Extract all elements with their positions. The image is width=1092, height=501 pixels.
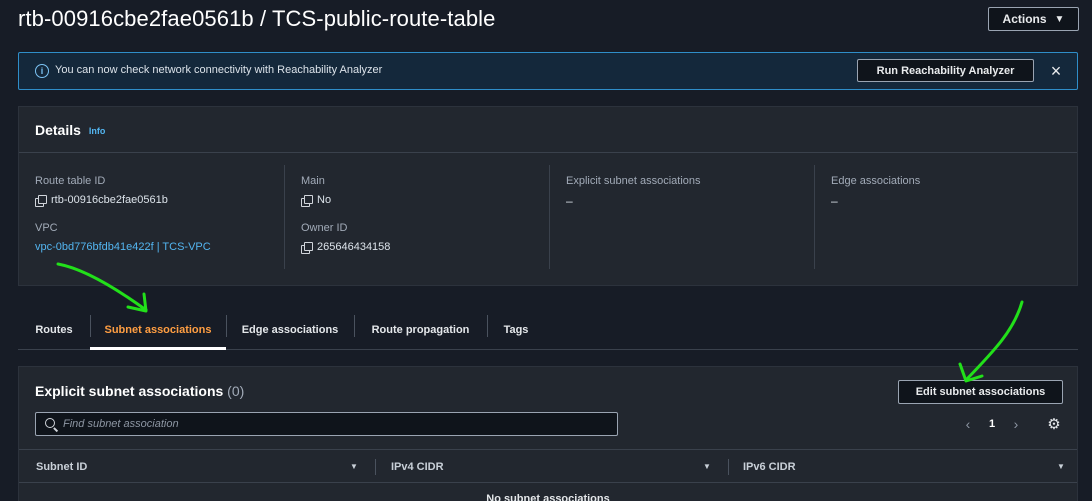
main-value-text: No xyxy=(317,194,332,206)
copy-icon[interactable] xyxy=(301,194,313,207)
route-table-page: rtb-00916cbe2fae0561b / TCS-public-route… xyxy=(0,0,1092,501)
close-icon[interactable]: × xyxy=(1046,59,1066,83)
page-title: rtb-00916cbe2fae0561b / TCS-public-route… xyxy=(18,6,496,31)
search-icon xyxy=(45,418,55,428)
details-column-4: Edge associations – xyxy=(831,165,920,208)
explicit-subnet-associations-label: Explicit subnet associations xyxy=(566,175,701,187)
copy-icon[interactable] xyxy=(301,241,313,254)
owner-id-text: 265646434158 xyxy=(317,241,391,253)
vpc-link[interactable]: vpc-0bd776bfdb41e422f | TCS-VPC xyxy=(35,241,211,253)
details-column-3: Explicit subnet associations – xyxy=(566,165,701,208)
main-value: No xyxy=(301,194,390,207)
banner-text: You can now check network connectivity w… xyxy=(55,64,383,76)
route-table-id-value: rtb-00916cbe2fae0561b xyxy=(35,194,211,207)
caret-down-icon: ▼ xyxy=(1054,13,1065,25)
column-separator xyxy=(728,459,729,475)
chevron-left-icon[interactable]: ‹ xyxy=(961,416,975,432)
tab-tags[interactable]: Tags xyxy=(487,310,545,349)
subnet-search-box xyxy=(35,412,618,436)
tab-edge-associations[interactable]: Edge associations xyxy=(226,310,354,349)
info-icon: i xyxy=(35,64,49,78)
table-header: Subnet ID ▼ IPv4 CIDR ▼ IPv6 CIDR ▼ xyxy=(19,449,1077,483)
actions-button[interactable]: Actions ▼ xyxy=(988,7,1079,31)
empty-state-text: No subnet associations xyxy=(486,493,610,501)
details-title: Details xyxy=(35,121,81,138)
column-subnet-id[interactable]: Subnet ID ▼ xyxy=(36,450,358,483)
details-divider xyxy=(549,165,550,269)
info-banner: i You can now check network connectivity… xyxy=(18,52,1078,90)
actions-button-label: Actions xyxy=(1002,12,1047,26)
annotation-arrowhead-subnet-tab xyxy=(126,292,148,313)
chevron-right-icon[interactable]: › xyxy=(1009,416,1023,432)
main-label: Main xyxy=(301,175,325,187)
tab-bar: Routes Subnet associations Edge associat… xyxy=(18,310,1078,350)
edge-associations-value: – xyxy=(831,194,838,208)
details-column-2: Main No Owner ID 265646434158 xyxy=(301,165,391,254)
pagination: ‹ 1 › xyxy=(961,415,1023,433)
owner-id-label: Owner ID xyxy=(301,222,348,234)
sort-down-icon[interactable]: ▼ xyxy=(703,462,711,471)
copy-icon[interactable] xyxy=(35,194,47,207)
route-table-id-label: Route table ID xyxy=(35,175,106,187)
details-column-1: Route table ID rtb-00916cbe2fae0561b VPC… xyxy=(35,165,211,253)
explicit-subnet-associations-value: – xyxy=(566,194,573,208)
route-table-id-text: rtb-00916cbe2fae0561b xyxy=(51,194,168,206)
details-divider xyxy=(814,165,815,269)
edit-subnet-associations-button[interactable]: Edit subnet associations xyxy=(898,380,1063,404)
explicit-subnet-associations-panel: Explicit subnet associations (0) Edit su… xyxy=(18,366,1078,501)
column-ipv4-cidr[interactable]: IPv4 CIDR ▼ xyxy=(391,450,713,483)
details-header: Details Info xyxy=(19,107,1077,153)
run-reachability-analyzer-button[interactable]: Run Reachability Analyzer xyxy=(857,59,1034,82)
column-ipv6-cidr[interactable]: IPv6 CIDR ▼ xyxy=(743,450,1065,483)
subnet-search-input[interactable] xyxy=(63,415,603,433)
column-ipv6-cidr-label: IPv6 CIDR xyxy=(743,460,796,473)
details-info-link[interactable]: Info xyxy=(89,126,106,136)
edge-associations-label: Edge associations xyxy=(831,175,921,187)
vpc-label: VPC xyxy=(35,222,58,234)
tab-route-propagation[interactable]: Route propagation xyxy=(354,310,487,349)
column-ipv4-cidr-label: IPv4 CIDR xyxy=(391,460,444,473)
tab-routes[interactable]: Routes xyxy=(18,310,90,349)
owner-id-value: 265646434158 xyxy=(301,241,391,254)
details-panel: Details Info Route table ID rtb-00916cbe… xyxy=(18,106,1078,286)
tab-subnet-associations[interactable]: Subnet associations xyxy=(90,310,226,350)
subnet-associations-count: (0) xyxy=(227,383,245,399)
subnet-associations-title-text: Explicit subnet associations xyxy=(35,383,224,399)
subnet-associations-title: Explicit subnet associations (0) xyxy=(35,383,244,399)
page-number[interactable]: 1 xyxy=(975,418,1009,430)
details-divider xyxy=(284,165,285,269)
sort-down-icon[interactable]: ▼ xyxy=(350,462,358,471)
sort-down-icon[interactable]: ▼ xyxy=(1057,462,1065,471)
gear-icon[interactable]: ⚙ xyxy=(1046,416,1062,433)
column-subnet-id-label: Subnet ID xyxy=(36,460,88,473)
column-separator xyxy=(375,459,376,475)
